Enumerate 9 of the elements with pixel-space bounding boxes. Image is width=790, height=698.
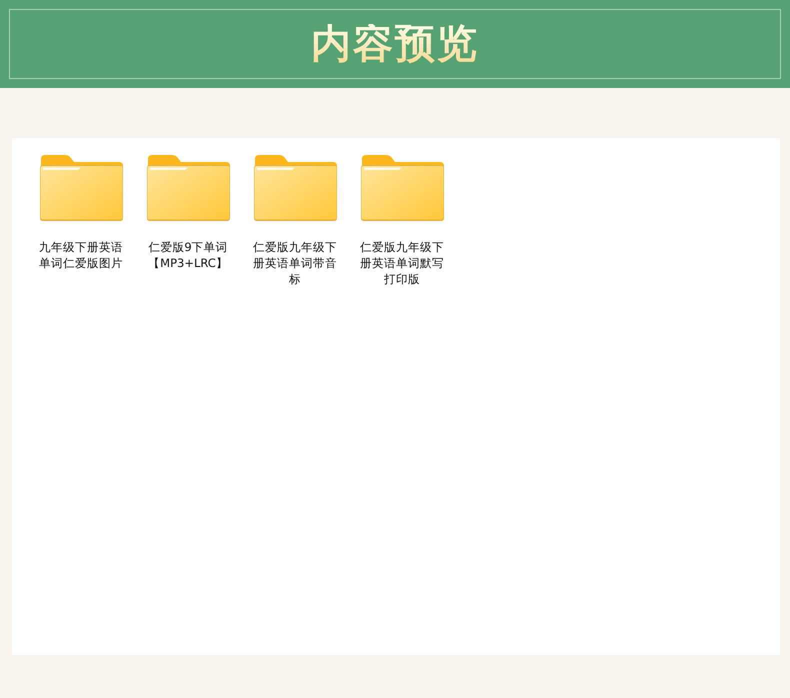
folder-icon [252, 155, 338, 222]
folder-name[interactable]: 仁爱版9下单词【MP3+LRC】 [143, 239, 233, 271]
folder-icon [38, 155, 124, 222]
folder-icon [146, 155, 230, 222]
folder-name[interactable]: 仁爱版九年级下册英语单词默写打印版 [357, 239, 447, 287]
page-title: 内容预览 [311, 24, 479, 64]
folder-name[interactable]: 九年级下册英语单词仁爱版图片 [36, 239, 126, 271]
folder-name[interactable]: 仁爱版九年级下册英语单词带音标 [250, 239, 340, 287]
folder-icon [360, 155, 444, 222]
